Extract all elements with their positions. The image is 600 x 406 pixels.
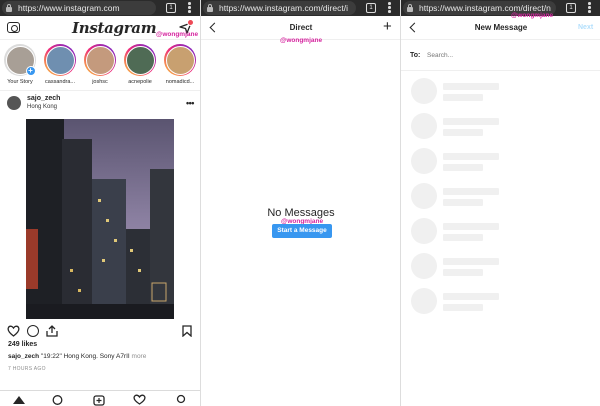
- loading-placeholder-row: [401, 216, 600, 246]
- browser-url-bar: https://www.instagram.com/direct/i 1: [201, 0, 400, 16]
- share-icon[interactable]: [46, 325, 58, 337]
- direct-header: Direct + @wongmjane: [201, 16, 400, 44]
- url-field[interactable]: https://www.instagram.com: [2, 1, 156, 15]
- loading-placeholder-row: [401, 146, 600, 176]
- story-label: nomadicd...: [165, 79, 195, 85]
- camera-icon[interactable]: [7, 22, 20, 33]
- bookmark-icon[interactable]: [182, 325, 192, 337]
- caption-more-link[interactable]: more: [132, 353, 147, 360]
- post-timestamp: 7 HOURS AGO: [8, 366, 46, 372]
- feed-screen: https://www.instagram.com 1 Instagram @w…: [0, 0, 200, 406]
- comment-icon[interactable]: [27, 325, 39, 337]
- activity-icon[interactable]: [133, 394, 146, 405]
- post-username[interactable]: sajo_zech: [27, 95, 60, 102]
- profile-icon[interactable]: [175, 394, 187, 406]
- post-caption: sajo_zech "19:22" Hong Kong. Sony A7rII …: [8, 353, 146, 360]
- browser-menu-icon[interactable]: [388, 2, 391, 14]
- lock-icon: [407, 3, 413, 12]
- loading-placeholder-row: [401, 111, 600, 141]
- post-location[interactable]: Hong Kong: [27, 104, 57, 110]
- heart-icon[interactable]: [7, 325, 20, 337]
- add-post-icon[interactable]: [93, 394, 105, 406]
- browser-menu-icon[interactable]: [188, 2, 191, 14]
- feed-header: Instagram @wongmjane: [0, 16, 200, 40]
- recipient-search-input[interactable]: [427, 48, 587, 62]
- loading-placeholder-row: [401, 181, 600, 211]
- to-label: To:: [410, 52, 421, 59]
- avatar: [125, 45, 155, 75]
- stories-tray: + Your Story cassandra... joshsc acnepol…: [0, 41, 200, 91]
- direct-screen: https://www.instagram.com/direct/i 1 Dir…: [200, 0, 400, 406]
- browser-menu-icon[interactable]: [588, 2, 591, 14]
- story-item[interactable]: cassandra...: [40, 41, 80, 90]
- caption-text: "19:22" Hong Kong. Sony A7rII: [40, 353, 130, 360]
- page-title: Direct: [289, 23, 313, 32]
- watermark: @wongmjane: [280, 37, 323, 44]
- notification-badge: [187, 19, 194, 26]
- bottom-nav: [0, 390, 200, 406]
- browser-url-bar: https://www.instagram.com/direct/n 1: [401, 0, 600, 16]
- loading-placeholder-row: [401, 251, 600, 281]
- more-options-icon[interactable]: •••: [186, 98, 194, 108]
- story-your-story[interactable]: + Your Story: [0, 41, 40, 90]
- post-photo[interactable]: [26, 119, 174, 319]
- browser-url-bar: https://www.instagram.com 1: [0, 0, 200, 16]
- recipient-row: To:: [401, 41, 600, 71]
- tab-count-button[interactable]: 1: [566, 3, 576, 13]
- lock-icon: [6, 3, 12, 12]
- new-message-header: New Message Next: [401, 16, 600, 40]
- avatar: +: [5, 45, 36, 76]
- story-label: Your Story: [7, 79, 33, 85]
- url-text: https://www.instagram.com/direct/i: [219, 3, 348, 13]
- tab-count-button[interactable]: 1: [366, 3, 376, 13]
- tab-count-button[interactable]: 1: [166, 3, 176, 13]
- lock-icon: [207, 3, 213, 12]
- city-photo-image: [26, 119, 174, 319]
- url-text: https://www.instagram.com: [18, 3, 120, 13]
- avatar: [165, 45, 195, 75]
- add-story-icon[interactable]: +: [25, 65, 36, 76]
- home-icon[interactable]: [12, 394, 26, 405]
- post-header: sajo_zech Hong Kong •••: [0, 92, 200, 116]
- page-title: New Message: [474, 23, 528, 32]
- url-field[interactable]: https://www.instagram.com/direct/i: [203, 1, 356, 15]
- start-message-button[interactable]: Start a Message: [272, 224, 332, 238]
- avatar[interactable]: [7, 96, 21, 110]
- story-label: joshsc: [92, 79, 108, 85]
- caption-username[interactable]: sajo_zech: [8, 353, 39, 360]
- watermark: @wongmjane: [156, 31, 199, 38]
- story-item[interactable]: joshsc: [80, 41, 120, 90]
- loading-placeholder-row: [401, 76, 600, 106]
- instagram-logo[interactable]: Instagram: [72, 19, 157, 37]
- search-icon[interactable]: [52, 394, 64, 406]
- story-item[interactable]: acnepolie: [120, 41, 160, 90]
- story-label: acnepolie: [128, 79, 152, 85]
- story-label: cassandra...: [45, 79, 75, 85]
- loading-placeholder-row: [401, 286, 600, 316]
- next-button[interactable]: Next: [578, 24, 593, 31]
- avatar: [45, 45, 75, 75]
- story-item[interactable]: nomadicd...: [160, 41, 200, 90]
- new-message-screen: https://www.instagram.com/direct/n 1 @wo…: [400, 0, 600, 406]
- likes-count[interactable]: 249 likes: [8, 341, 37, 348]
- avatar: [85, 45, 115, 75]
- post-actions: [0, 322, 200, 340]
- plus-icon[interactable]: +: [383, 19, 392, 34]
